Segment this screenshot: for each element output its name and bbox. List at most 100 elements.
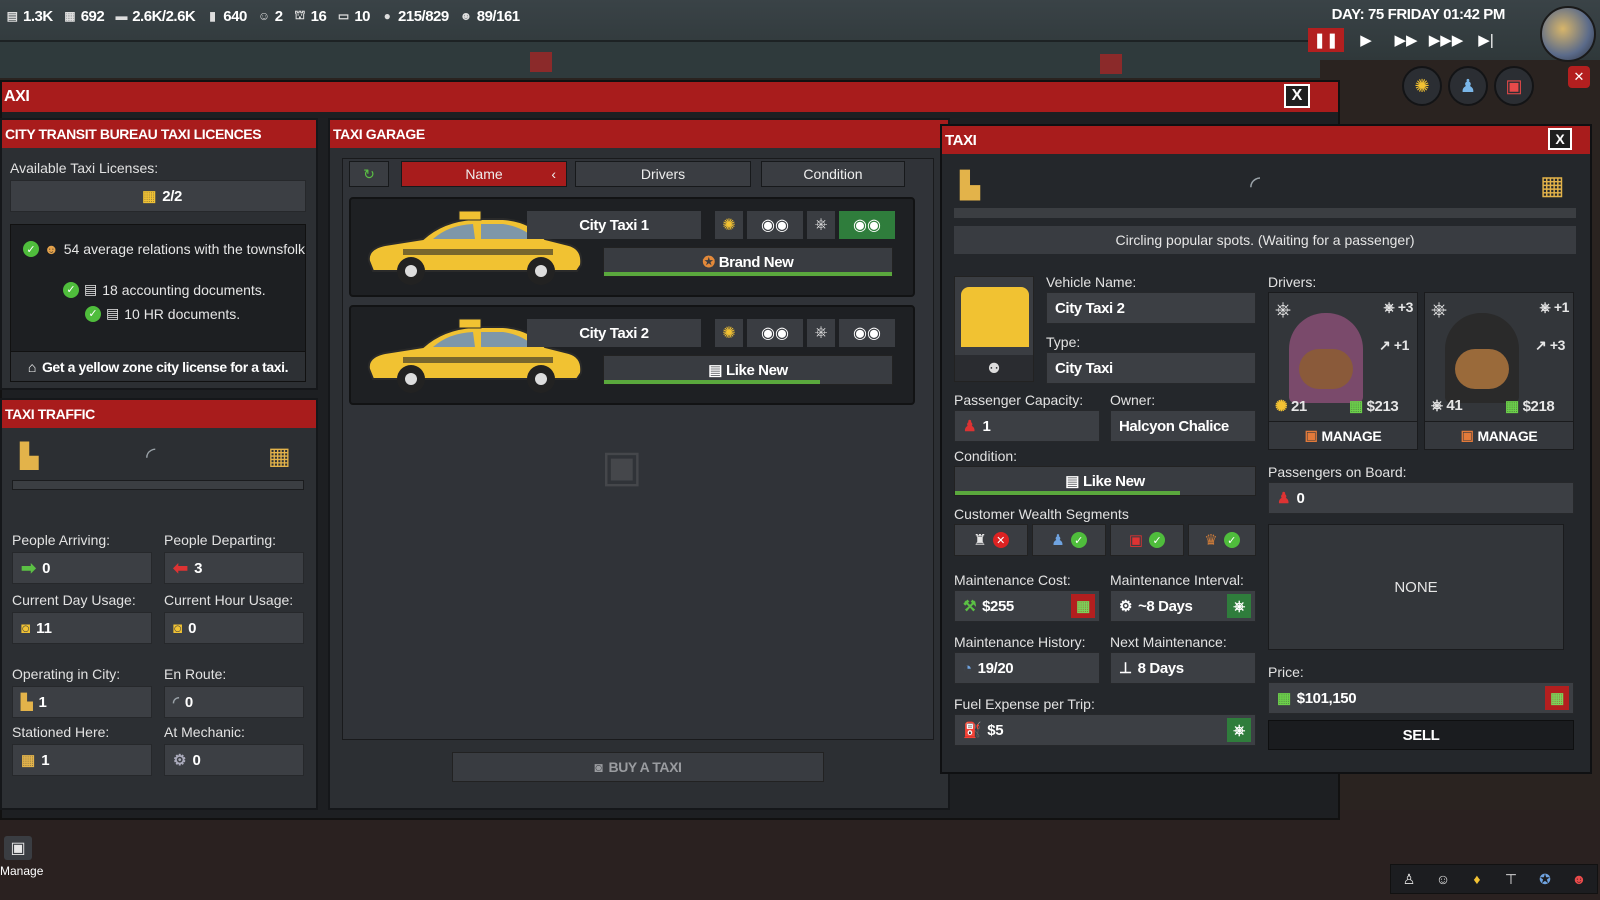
bus-button[interactable]: ▣ [1494, 66, 1534, 106]
driver-wage: ▦ $213 [1349, 398, 1399, 415]
sort-drivers-tab[interactable]: Drivers [575, 161, 751, 187]
driver-card[interactable]: ⎈ ⎈ +1 ↗ +3 ⎈ 41 ▦ $218 ▣ MANAGE [1424, 292, 1574, 450]
road-icon: ◜ [173, 694, 179, 711]
next-maint-label: Next Maintenance: [1110, 634, 1227, 650]
wealth-segment-toggle[interactable]: ♟ ✓ [1032, 524, 1106, 556]
driver-face-icon: ◉◉ [747, 319, 803, 347]
document-icon: ▤ [708, 362, 722, 379]
taxi-list-item[interactable]: City Taxi 1 ✺ ◉◉ ⎈ ◉◉ ✪ Brand New [349, 197, 915, 297]
wealthy-icon: ▣ [1128, 532, 1144, 549]
steering-wheel-icon: ⎈ [1275, 299, 1291, 321]
garage-panel: TAXI GARAGE ↻ Name ‹ Drivers Condition Ci… [328, 118, 950, 810]
play-button[interactable]: ▶ [1348, 28, 1384, 52]
requirement-hr: ✓ ▤ 10 HR documents. [85, 305, 240, 322]
taxi-thumbnail: ⚉ [954, 276, 1034, 382]
next-maint-field: ⊥ 8 Days [1110, 652, 1256, 684]
maint-cost-label: Maintenance Cost: [954, 572, 1071, 588]
fast-button[interactable]: ▶▶ [1388, 28, 1424, 52]
garage-list-area: ↻ Name ‹ Drivers Condition City Taxi 1 ✺ … [342, 158, 934, 740]
battery-icon: ▮ [209, 9, 216, 23]
driver-face-icon: ◉◉ [839, 319, 895, 347]
en-route-field: ◜ 0 [164, 686, 304, 718]
manage-driver-button[interactable]: ▣ MANAGE [1425, 421, 1573, 449]
stat-criminals: ☻ 89/161 [459, 7, 520, 25]
fuel-label: Fuel Expense per Trip: [954, 696, 1095, 712]
close-overlay-button[interactable]: ✕ [1568, 66, 1590, 88]
maint-history-label: Maintenance History: [954, 634, 1086, 650]
refresh-icon: ↻ [363, 165, 375, 182]
vehicle-name-label: Vehicle Name: [1046, 274, 1137, 290]
cash-icon[interactable]: ▦ [1545, 686, 1569, 710]
poor-icon: ♜ [973, 532, 987, 549]
check-icon: ✓ [1149, 532, 1166, 548]
pause-button[interactable]: ❚❚ [1308, 28, 1344, 52]
sun-button[interactable]: ✺ [1402, 66, 1442, 106]
money-bag-button[interactable]: ♟ [1448, 66, 1488, 106]
stat-documents: ▦ 692 [62, 8, 104, 25]
get-license-button[interactable]: ⌂ Get a yellow zone city license for a t… [11, 351, 305, 381]
camera-button[interactable]: ⚉ [955, 355, 1033, 381]
requirement-accounting: ✓ ▤ 18 accounting documents. [63, 281, 266, 298]
manage-driver-button[interactable]: ▣ MANAGE [1269, 421, 1417, 449]
steering-wheel-icon[interactable]: ⎈ [1227, 718, 1251, 742]
sun-icon: ✺ [1414, 75, 1430, 96]
townsfolk-icon: ☻ [44, 241, 59, 257]
alert-icon[interactable]: ☻ [1563, 867, 1595, 891]
driver-stat: ✺ 21 [1275, 398, 1307, 415]
en-route-label: En Route: [164, 666, 227, 682]
steering-wheel-icon: ⎈ [1431, 299, 1447, 321]
steering-wheel-icon[interactable]: ⎈ [1227, 594, 1251, 618]
capacity-label: Passenger Capacity: [954, 392, 1084, 408]
ground [0, 810, 1600, 900]
taxi-list-item[interactable]: City Taxi 2 ✺ ◉◉ ⎈ ◉◉ ▤ Like New [349, 305, 915, 405]
globe-icon[interactable] [1540, 6, 1596, 62]
taxi-icon: ◙ [594, 759, 603, 775]
person-icon[interactable]: ♙ [1393, 867, 1425, 891]
driver-bonus: ↗ +1 [1379, 337, 1409, 353]
faster-button[interactable]: ▶▶▶ [1428, 28, 1464, 52]
wealth-segment-toggle[interactable]: ▣ ✓ [1110, 524, 1184, 556]
sell-button[interactable]: SELL [1268, 720, 1574, 750]
sort-name-tab[interactable]: Name ‹ [401, 161, 567, 187]
detail-condition: ▤ Like New [1065, 472, 1145, 491]
skip-button[interactable]: ▶| [1468, 28, 1504, 52]
people-arriving-label: People Arriving: [12, 532, 111, 548]
traffic-progress-bar [12, 480, 304, 490]
driver-face-icon: ◉◉ [747, 211, 803, 239]
medal-icon: ✪ [702, 254, 716, 271]
driver-card[interactable]: ⎈ ⎈ +3 ↗ +1 ✺ 21 ▦ $213 ▣ MANAGE [1268, 292, 1418, 450]
water-tower-icon: ⛫ [294, 8, 305, 22]
police-icon[interactable]: ✪ [1529, 867, 1561, 891]
passengers-field: ♟ 0 [1268, 482, 1574, 514]
available-licenses-value: ▦ 2/2 [10, 180, 306, 212]
lamp-icon[interactable]: ♦ [1461, 867, 1493, 891]
buy-taxi-button[interactable]: ◙ BUY A TAXI [452, 752, 824, 782]
check-icon: ✓ [85, 305, 101, 322]
owner-field: Halcyon Chalice [1110, 410, 1256, 442]
maint-history-field: ◔ 19/20 [954, 652, 1100, 684]
driver-face [1455, 349, 1509, 389]
vehicle-name-field[interactable]: City Taxi 2 [1046, 292, 1256, 324]
bus-icon: ▣ [1505, 75, 1523, 96]
cash-icon: ▦ [1505, 398, 1519, 415]
sort-condition-tab[interactable]: Condition [761, 161, 905, 187]
wealth-segment-toggle[interactable]: ♜ ✕ [954, 524, 1028, 556]
station-icon: ▦ [1540, 170, 1565, 200]
briefcase-icon: ▣ [1304, 427, 1318, 443]
taxi-close-button[interactable]: X [1548, 128, 1572, 150]
briefcase-icon: ▣ [10, 840, 26, 857]
day-usage-label: Current Day Usage: [12, 592, 136, 608]
tool-icon[interactable]: ⊤ [1495, 867, 1527, 891]
hour-usage-label: Current Hour Usage: [164, 592, 294, 608]
city-icon: ▙ [960, 170, 980, 200]
manage-button[interactable]: ▣ [4, 836, 32, 860]
cash-icon: ▦ [1277, 690, 1291, 707]
main-close-button[interactable]: X [1284, 84, 1310, 108]
wealth-segment-toggle[interactable]: ♛ ✓ [1188, 524, 1256, 556]
driver-skill: ⎈ +1 [1539, 299, 1570, 315]
station-icon: ▦ [268, 443, 291, 470]
cash-icon[interactable]: ▦ [1071, 594, 1095, 618]
operating-label: Operating in City: [12, 666, 121, 682]
refresh-button[interactable]: ↻ [349, 161, 389, 187]
worker-icon[interactable]: ☺ [1427, 867, 1459, 891]
